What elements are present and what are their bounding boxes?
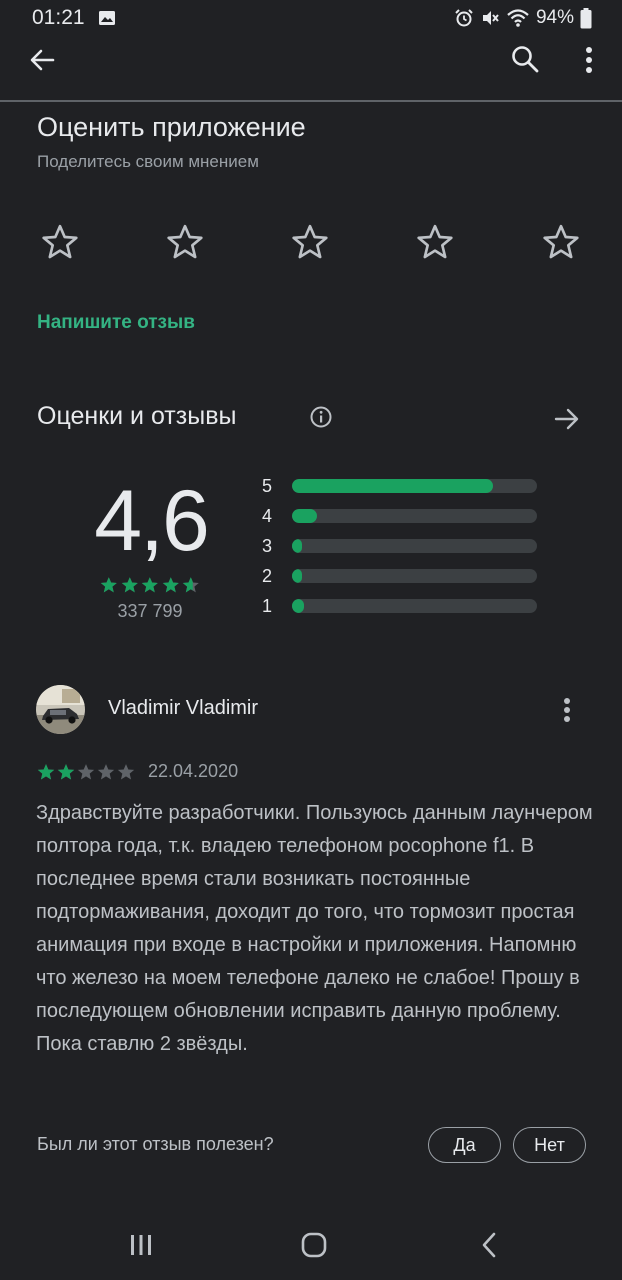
rating-bar-track bbox=[292, 569, 537, 583]
star-filled-icon bbox=[100, 577, 117, 593]
more-vert-icon bbox=[586, 47, 592, 73]
nav-recents-button[interactable] bbox=[124, 1228, 158, 1262]
battery-percent: 94% bbox=[535, 7, 574, 28]
back-arrow-icon bbox=[30, 49, 55, 71]
star-filled-icon bbox=[121, 577, 138, 593]
alarm-icon bbox=[455, 9, 473, 27]
rating-bar-label: 1 bbox=[262, 595, 273, 616]
review-more-options-button[interactable] bbox=[552, 694, 582, 726]
rating-bar-fill bbox=[292, 539, 302, 553]
reviewer-name: Vladimir Vladimir bbox=[108, 697, 259, 719]
write-review-link[interactable]: Напишите отзыв bbox=[37, 312, 195, 334]
rating-bar-1: 1 bbox=[262, 594, 542, 618]
more-vert-icon bbox=[564, 698, 570, 722]
rating-bar-5: 5 bbox=[262, 474, 542, 498]
rating-bar-label: 3 bbox=[262, 535, 273, 556]
review-rating-stars bbox=[36, 762, 136, 782]
rating-bar-3: 3 bbox=[262, 534, 542, 558]
rating-bar-fill bbox=[292, 599, 305, 613]
battery-icon bbox=[580, 7, 592, 28]
rate-star-5-button[interactable] bbox=[537, 218, 585, 266]
review-text: Здравствуйте разработчики. Пользуюсь дан… bbox=[36, 802, 593, 1055]
search-icon bbox=[512, 46, 539, 73]
recents-icon bbox=[131, 1235, 151, 1255]
back-button[interactable] bbox=[22, 40, 62, 80]
star-half-icon bbox=[183, 577, 200, 593]
rate-app-title: Оценить приложение bbox=[37, 112, 306, 142]
info-icon[interactable] bbox=[308, 404, 334, 430]
rating-bar-label: 2 bbox=[262, 565, 273, 586]
rating-bar-track bbox=[292, 509, 537, 523]
rate-star-1-button[interactable] bbox=[36, 218, 84, 266]
star-filled-icon bbox=[162, 577, 179, 593]
rating-bar-fill bbox=[292, 509, 317, 523]
nav-home-button[interactable] bbox=[296, 1228, 332, 1262]
wifi-icon bbox=[507, 9, 529, 27]
rating-bar-label: 4 bbox=[262, 505, 273, 526]
star-outline-icon bbox=[42, 224, 78, 259]
average-rating: 4,6 bbox=[94, 473, 210, 569]
rating-bar-label: 5 bbox=[262, 475, 273, 496]
review-date: 22.04.2020 bbox=[148, 761, 239, 781]
rate-star-4-button[interactable] bbox=[411, 218, 459, 266]
helpful-yes-button[interactable]: Да bbox=[428, 1127, 501, 1163]
mute-icon bbox=[482, 11, 499, 25]
rating-bar-track bbox=[292, 539, 537, 553]
ratings-details-button[interactable] bbox=[548, 400, 586, 438]
rating-bar-fill bbox=[292, 479, 493, 493]
rate-star-2-button[interactable] bbox=[161, 218, 209, 266]
reviewer-avatar bbox=[36, 685, 85, 734]
status-time: 01:21 bbox=[32, 6, 85, 29]
rating-bar-2: 2 bbox=[262, 564, 542, 588]
star-filled-icon bbox=[37, 764, 55, 780]
star-outline-icon bbox=[292, 224, 328, 259]
arrow-forward-icon bbox=[554, 408, 579, 430]
helpful-question: Был ли этот отзыв полезен? bbox=[37, 1134, 274, 1154]
star-empty-icon bbox=[77, 764, 95, 780]
star-outline-icon bbox=[543, 224, 579, 259]
star-empty-icon bbox=[117, 764, 135, 780]
rate-app-subtitle: Поделитесь своим мнением bbox=[37, 152, 259, 171]
search-button[interactable] bbox=[504, 38, 546, 80]
rating-bar-track bbox=[292, 599, 537, 613]
rate-star-3-button[interactable] bbox=[286, 218, 334, 266]
helpful-no-button[interactable]: Нет bbox=[513, 1127, 586, 1163]
nav-back-button[interactable] bbox=[474, 1228, 504, 1262]
status-bar: 01:21 94% bbox=[0, 0, 622, 38]
gallery-icon bbox=[99, 11, 115, 25]
average-rating-stars bbox=[99, 575, 201, 595]
rating-bar-4: 4 bbox=[262, 504, 542, 528]
star-empty-icon bbox=[97, 764, 115, 780]
more-options-button[interactable] bbox=[572, 40, 606, 80]
rating-bar-fill bbox=[292, 569, 302, 583]
rating-count: 337 799 bbox=[117, 601, 183, 621]
back-chevron-icon bbox=[482, 1232, 496, 1258]
rating-bar-track bbox=[292, 479, 537, 493]
home-icon bbox=[301, 1232, 327, 1258]
star-outline-icon bbox=[417, 224, 453, 259]
star-filled-icon bbox=[141, 577, 158, 593]
star-outline-icon bbox=[167, 224, 203, 259]
app-bar-divider bbox=[0, 100, 622, 102]
star-filled-icon bbox=[57, 764, 75, 780]
status-icons: 94% bbox=[454, 7, 592, 29]
car-photo-icon bbox=[36, 685, 85, 734]
ratings-reviews-title: Оценки и отзывы bbox=[37, 402, 237, 430]
